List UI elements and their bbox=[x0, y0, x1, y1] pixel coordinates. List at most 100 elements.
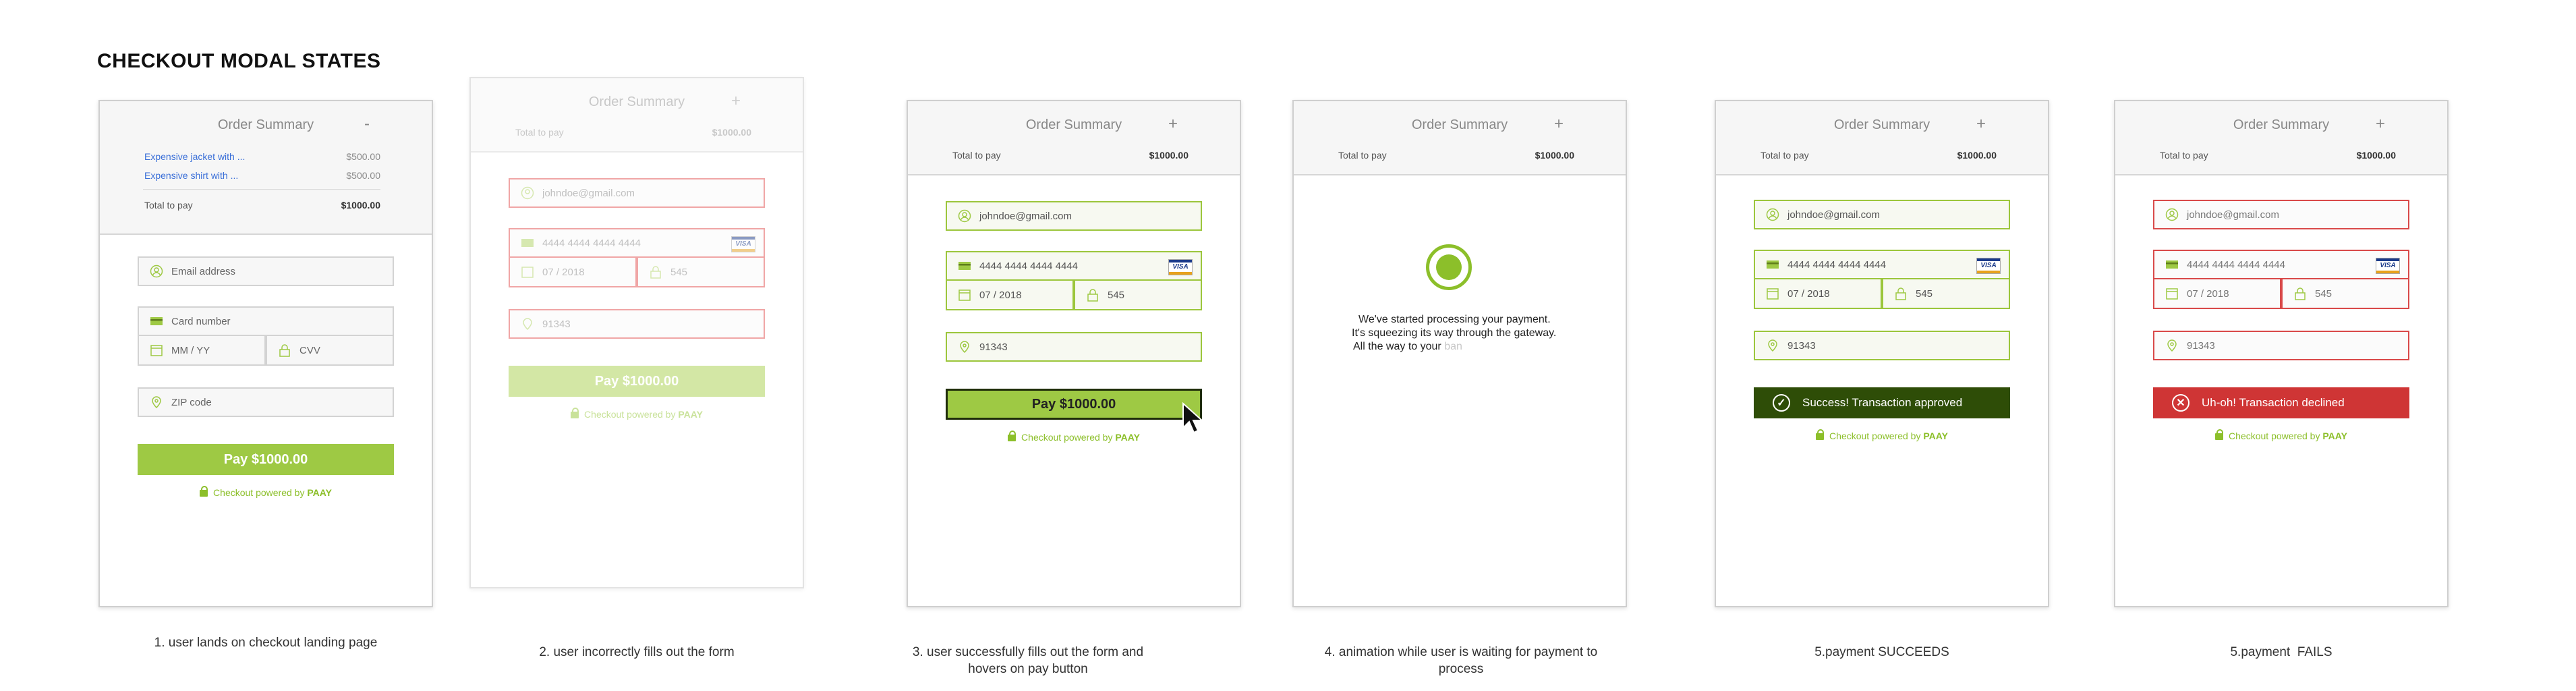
powered-text: Checkout powered by bbox=[213, 487, 305, 498]
processing-line-3: All the way to your bbox=[1353, 341, 1441, 352]
email-value: johndoe@gmail.com bbox=[1787, 209, 1880, 221]
order-item-name[interactable]: Expensive shirt with ... bbox=[144, 170, 238, 181]
powered-brand[interactable]: PAAY bbox=[307, 487, 332, 498]
order-summary[interactable]: Order Summary + Total to pay $1000.00 bbox=[908, 101, 1240, 175]
order-summary[interactable]: Order Summary - Expensive jacket with ..… bbox=[100, 101, 432, 235]
caption-2: 2. user incorrectly fills out the form bbox=[539, 645, 735, 659]
powered-by: Checkout powered by PAAY bbox=[908, 431, 1240, 443]
processing-message: We've started processing your payment. I… bbox=[1352, 313, 1556, 354]
powered-text: Checkout powered by bbox=[584, 409, 676, 420]
powered-text: Checkout powered by bbox=[2229, 431, 2320, 441]
order-item: Expensive shirt with ... $500.00 bbox=[144, 170, 380, 181]
cvv-field[interactable]: CVV bbox=[266, 336, 394, 366]
pay-button[interactable]: Pay $1000.00 bbox=[138, 444, 394, 475]
card-number-field[interactable]: Card number bbox=[138, 306, 394, 336]
calendar-icon bbox=[1767, 288, 1779, 300]
credit-card-icon bbox=[958, 262, 971, 270]
card-value: 4444 4444 4444 4444 bbox=[2187, 258, 2285, 271]
card-number-field[interactable]: 4444 4444 4444 4444 VISA bbox=[946, 251, 1202, 281]
lock-icon bbox=[571, 408, 579, 418]
email-field[interactable]: johndoe@gmail.com bbox=[509, 178, 765, 208]
cvv-field[interactable]: 545 bbox=[637, 258, 765, 287]
lock-icon bbox=[1895, 287, 1906, 300]
email-value: johndoe@gmail.com bbox=[979, 210, 1072, 222]
cvv-field[interactable]: 545 bbox=[1882, 279, 2010, 309]
zip-value: 91343 bbox=[979, 341, 1008, 353]
zip-field[interactable]: ZIP code bbox=[138, 387, 394, 417]
caption-3: 3. user successfully fills out the form … bbox=[912, 645, 1144, 676]
visa-card-icon: VISA bbox=[2376, 258, 2400, 274]
expiry-value: 07 / 2018 bbox=[1787, 287, 1830, 300]
lock-icon bbox=[279, 344, 290, 357]
caption-5: 5.payment SUCCEEDS bbox=[1814, 645, 1949, 659]
total-label: Total to pay bbox=[515, 127, 564, 138]
calendar-icon bbox=[958, 289, 971, 301]
card-number-field[interactable]: 4444 4444 4444 4444 VISA bbox=[2153, 250, 2409, 279]
location-pin-icon bbox=[1768, 339, 1777, 352]
cvv-field[interactable]: 545 bbox=[2281, 279, 2409, 309]
lock-icon bbox=[200, 486, 208, 497]
powered-brand[interactable]: PAAY bbox=[1115, 432, 1140, 443]
email-value: johndoe@gmail.com bbox=[2187, 209, 2279, 221]
order-item-name[interactable]: Expensive jacket with ... bbox=[144, 151, 245, 162]
order-summary-title: Order Summary bbox=[217, 117, 314, 132]
success-text: Success! Transaction approved bbox=[1802, 396, 1963, 409]
processing-line-2: It's squeezing its way through the gatew… bbox=[1352, 327, 1557, 339]
card-number-field[interactable]: 4444 4444 4444 4444 VISA bbox=[509, 228, 765, 258]
user-icon bbox=[521, 186, 534, 200]
email-field[interactable]: johndoe@gmail.com bbox=[946, 201, 1202, 231]
zip-field[interactable]: 91343 bbox=[946, 332, 1202, 362]
order-summary[interactable]: Order Summary + Total to pay $1000.00 bbox=[2115, 101, 2447, 175]
pay-button[interactable]: Pay $1000.00 bbox=[509, 366, 765, 397]
close-icon: ✕ bbox=[2172, 394, 2189, 412]
checkout-modal-landing: Order Summary - Expensive jacket with ..… bbox=[98, 100, 433, 607]
zip-field[interactable]: 91343 bbox=[509, 309, 765, 339]
zip-field[interactable]: 91343 bbox=[2153, 331, 2409, 360]
powered-by: Checkout powered by PAAY bbox=[100, 486, 432, 498]
zip-value: 91343 bbox=[1787, 339, 1816, 352]
email-field[interactable]: johndoe@gmail.com bbox=[2153, 200, 2409, 229]
powered-brand[interactable]: PAAY bbox=[2322, 431, 2347, 441]
visa-card-icon: VISA bbox=[1976, 258, 2001, 274]
visa-card-icon: VISA bbox=[731, 236, 755, 252]
powered-brand[interactable]: PAAY bbox=[1923, 431, 1948, 441]
order-summary[interactable]: Order Summary + Total to pay $1000.00 bbox=[1294, 101, 1626, 175]
order-summary[interactable]: Order Summary + Total to pay $1000.00 bbox=[471, 78, 803, 153]
expiry-field[interactable]: 07 / 2018 bbox=[1754, 279, 1882, 309]
calendar-icon bbox=[150, 345, 163, 356]
expiry-field[interactable]: 07 / 2018 bbox=[2153, 279, 2281, 309]
order-summary-title: Order Summary bbox=[2233, 117, 2330, 132]
email-field[interactable]: Email address bbox=[138, 256, 394, 286]
email-field[interactable]: johndoe@gmail.com bbox=[1754, 200, 2010, 229]
expiry-field[interactable]: MM / YY bbox=[138, 336, 266, 366]
order-summary-title: Order Summary bbox=[588, 94, 685, 109]
powered-by: Checkout powered by PAAY bbox=[471, 408, 803, 420]
expand-toggle[interactable]: + bbox=[1168, 115, 1178, 134]
zip-field[interactable]: 91343 bbox=[1754, 331, 2010, 360]
expiry-value: 07 / 2018 bbox=[979, 289, 1022, 301]
card-placeholder: Card number bbox=[171, 315, 231, 327]
expand-toggle[interactable]: + bbox=[1554, 115, 1564, 134]
total-row: Total to pay $1000.00 bbox=[144, 200, 380, 211]
expand-toggle[interactable]: + bbox=[731, 92, 741, 111]
collapse-toggle[interactable]: - bbox=[364, 115, 370, 134]
cvv-value: 545 bbox=[670, 266, 688, 278]
expiry-placeholder: MM / YY bbox=[171, 344, 210, 356]
expand-toggle[interactable]: + bbox=[1976, 115, 1986, 134]
powered-brand[interactable]: PAAY bbox=[678, 409, 703, 420]
pay-button[interactable]: Pay $1000.00 bbox=[946, 389, 1202, 420]
success-banner: ✓ Success! Transaction approved bbox=[1754, 387, 2010, 418]
summary-divider bbox=[143, 189, 380, 190]
lock-icon bbox=[2215, 429, 2224, 440]
credit-card-icon bbox=[521, 239, 534, 247]
cvv-field[interactable]: 545 bbox=[1074, 281, 1202, 310]
expand-toggle[interactable]: + bbox=[2376, 115, 2385, 134]
calendar-icon bbox=[521, 267, 534, 278]
credit-card-icon bbox=[1767, 260, 1779, 269]
card-number-field[interactable]: 4444 4444 4444 4444 VISA bbox=[1754, 250, 2010, 279]
expiry-field[interactable]: 07 / 2018 bbox=[509, 258, 637, 287]
order-summary[interactable]: Order Summary + Total to pay $1000.00 bbox=[1716, 101, 2048, 175]
expiry-field[interactable]: 07 / 2018 bbox=[946, 281, 1074, 310]
powered-text: Checkout powered by bbox=[1021, 432, 1113, 443]
checkmark-icon: ✓ bbox=[1773, 394, 1790, 412]
